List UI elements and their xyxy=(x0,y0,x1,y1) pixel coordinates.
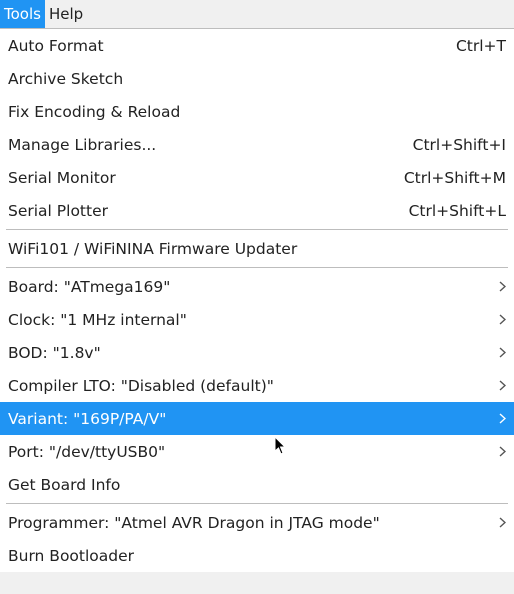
menu-item-clock[interactable]: Clock: "1 MHz internal" xyxy=(0,303,514,336)
menu-label: Programmer: "Atmel AVR Dragon in JTAG mo… xyxy=(8,514,380,532)
menu-item-bod[interactable]: BOD: "1.8v" xyxy=(0,336,514,369)
menu-item-wifi-updater[interactable]: WiFi101 / WiFiNINA Firmware Updater xyxy=(0,232,514,265)
menu-accel: Ctrl+Shift+I xyxy=(413,136,506,154)
menu-item-fix-encoding[interactable]: Fix Encoding & Reload xyxy=(0,95,514,128)
menubar-label-tools: Tools xyxy=(4,0,41,28)
menu-item-get-board-info[interactable]: Get Board Info xyxy=(0,468,514,501)
menu-label: WiFi101 / WiFiNINA Firmware Updater xyxy=(8,240,297,258)
chevron-right-icon xyxy=(496,281,506,292)
menubar-item-tools[interactable]: Tools xyxy=(0,0,45,28)
menu-label: Manage Libraries... xyxy=(8,136,156,154)
chevron-right-icon xyxy=(496,347,506,358)
menu-label: Serial Plotter xyxy=(8,202,108,220)
menu-separator xyxy=(6,267,508,268)
chevron-right-icon xyxy=(496,314,506,325)
menu-label: Serial Monitor xyxy=(8,169,116,187)
menu-item-burn-bootloader[interactable]: Burn Bootloader xyxy=(0,539,514,572)
menu-item-archive-sketch[interactable]: Archive Sketch xyxy=(0,62,514,95)
menu-item-auto-format[interactable]: Auto Format Ctrl+T xyxy=(0,29,514,62)
menu-label: Clock: "1 MHz internal" xyxy=(8,311,187,329)
menu-item-board[interactable]: Board: "ATmega169" xyxy=(0,270,514,303)
menu-label: BOD: "1.8v" xyxy=(8,344,101,362)
menu-separator xyxy=(6,229,508,230)
menu-label: Variant: "169P/PA/V" xyxy=(8,410,166,428)
chevron-right-icon xyxy=(496,380,506,391)
tools-menu: Auto Format Ctrl+T Archive Sketch Fix En… xyxy=(0,29,514,572)
menu-label: Fix Encoding & Reload xyxy=(8,103,180,121)
menu-label: Get Board Info xyxy=(8,476,120,494)
menubar-label-help: Help xyxy=(49,0,83,28)
menu-item-serial-monitor[interactable]: Serial Monitor Ctrl+Shift+M xyxy=(0,161,514,194)
menu-item-port[interactable]: Port: "/dev/ttyUSB0" xyxy=(0,435,514,468)
menu-separator xyxy=(6,503,508,504)
menu-item-manage-libraries[interactable]: Manage Libraries... Ctrl+Shift+I xyxy=(0,128,514,161)
menu-label: Compiler LTO: "Disabled (default)" xyxy=(8,377,274,395)
chevron-right-icon xyxy=(496,413,506,424)
menu-label: Burn Bootloader xyxy=(8,547,134,565)
menu-item-programmer[interactable]: Programmer: "Atmel AVR Dragon in JTAG mo… xyxy=(0,506,514,539)
menubar-item-help[interactable]: Help xyxy=(45,0,87,28)
menu-accel: Ctrl+Shift+L xyxy=(409,202,506,220)
menu-accel: Ctrl+Shift+M xyxy=(404,169,506,187)
menu-item-compiler-lto[interactable]: Compiler LTO: "Disabled (default)" xyxy=(0,369,514,402)
chevron-right-icon xyxy=(496,517,506,528)
menu-label: Auto Format xyxy=(8,37,104,55)
menu-label: Port: "/dev/ttyUSB0" xyxy=(8,443,165,461)
menu-item-variant[interactable]: Variant: "169P/PA/V" xyxy=(0,402,514,435)
menu-item-serial-plotter[interactable]: Serial Plotter Ctrl+Shift+L xyxy=(0,194,514,227)
menu-label: Board: "ATmega169" xyxy=(8,278,170,296)
chevron-right-icon xyxy=(496,446,506,457)
menubar: Tools Help xyxy=(0,0,514,29)
menu-accel: Ctrl+T xyxy=(456,37,506,55)
menu-label: Archive Sketch xyxy=(8,70,123,88)
